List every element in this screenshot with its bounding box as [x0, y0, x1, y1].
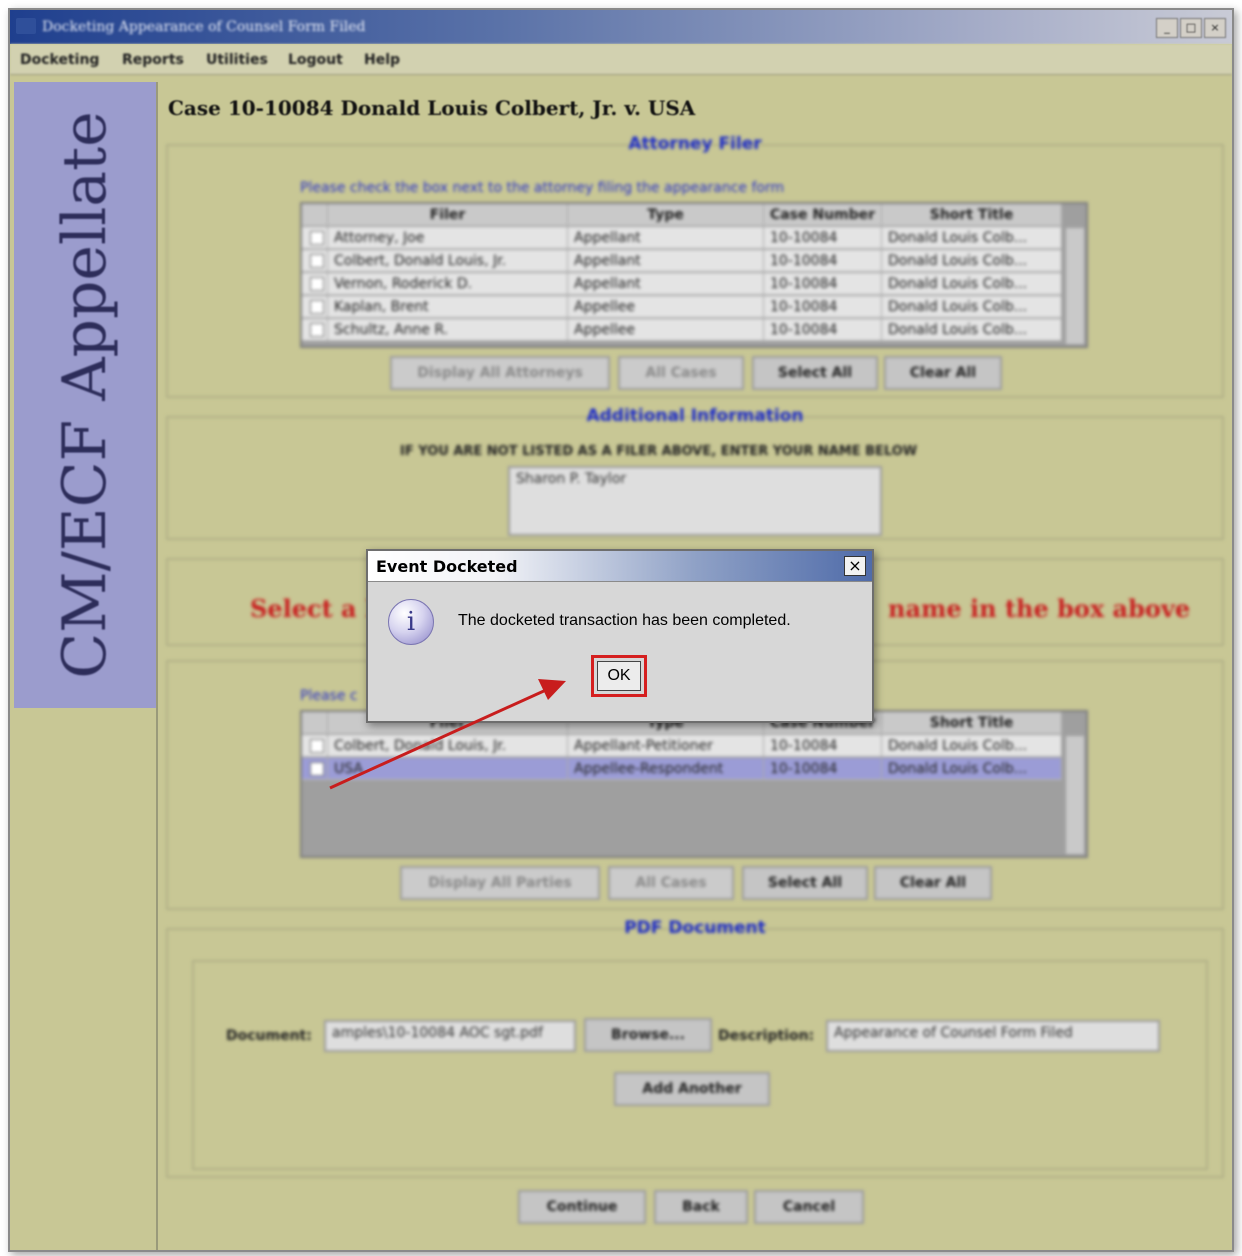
annotation-arrow-icon: [329, 679, 566, 790]
